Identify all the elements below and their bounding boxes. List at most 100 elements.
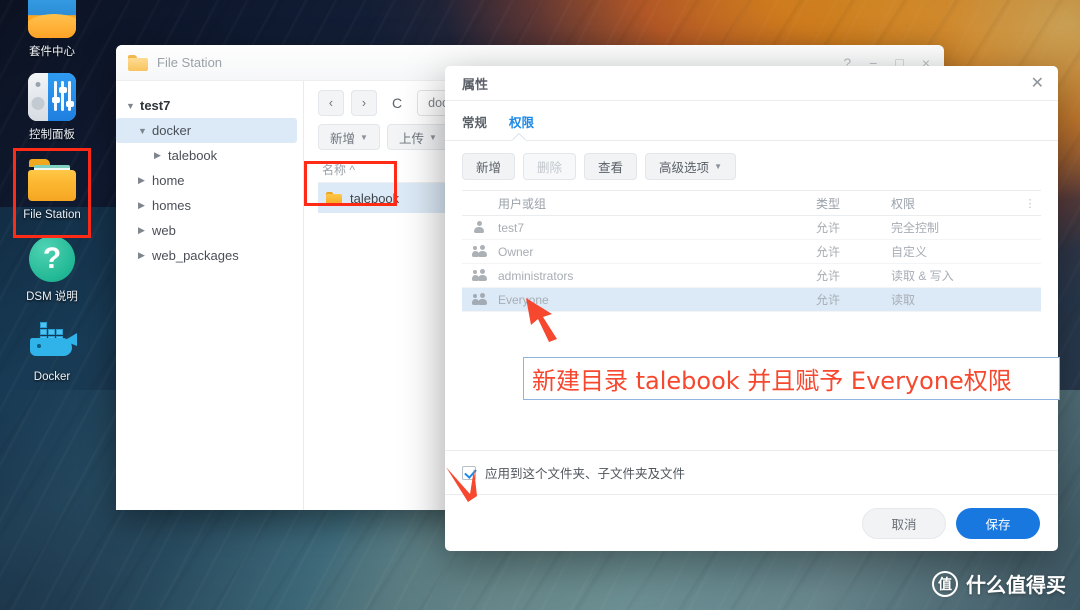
group-icon xyxy=(462,269,494,282)
close-icon[interactable]: ✕ xyxy=(1031,75,1044,91)
user-icon xyxy=(462,221,494,234)
package-center-icon xyxy=(28,0,76,38)
tree-item-label: homes xyxy=(152,198,192,213)
upload-button[interactable]: 上传 ▼ xyxy=(386,124,449,150)
table-row[interactable]: Owner 允许 自定义 xyxy=(462,240,1041,264)
help-question-icon: ? xyxy=(28,235,76,283)
view-permission-button[interactable]: 查看 xyxy=(584,153,638,180)
desktop-icon-package-center[interactable]: 套件中心 xyxy=(0,0,104,59)
header-permission: 权限 xyxy=(891,196,916,211)
desktop-icon-list: 套件中心 控制面板 File Station ? DSM 说明 Docker xyxy=(0,0,104,397)
desktop-icon-docker[interactable]: Docker xyxy=(0,318,104,383)
save-button[interactable]: 保存 xyxy=(956,507,1040,539)
chevron-down-icon: ▼ xyxy=(360,132,368,142)
row-permission: 读取 & 写入 xyxy=(891,269,954,283)
tree-item-docker[interactable]: docker xyxy=(116,118,297,143)
table-row[interactable]: administrators 允许 读取 & 写入 xyxy=(462,264,1041,288)
properties-dialog: 属性 ✕ 常规 权限 新增 删除 查看 高级选项 ▼ 用户或组 类型 权限 ⋮ xyxy=(445,66,1058,551)
header-type: 类型 xyxy=(816,196,841,211)
chevron-right-icon[interactable] xyxy=(138,250,152,261)
active-tab-pointer xyxy=(512,134,526,141)
apply-to-subfolders-row[interactable]: 应用到这个文件夹、子文件夹及文件 xyxy=(445,450,1058,494)
chevron-right-icon[interactable] xyxy=(138,225,152,236)
tree-item-talebook[interactable]: talebook xyxy=(116,143,303,168)
callout-annotation: 新建目录 talebook 并且赋予 Everyone权限 xyxy=(523,357,1060,400)
tree-item-web[interactable]: web xyxy=(116,218,303,243)
row-type: 允许 xyxy=(816,245,841,259)
chevron-down-icon: ▼ xyxy=(714,162,722,171)
file-name-label: talebook xyxy=(350,190,400,206)
create-button[interactable]: 新增 ▼ xyxy=(318,124,380,150)
advanced-options-button[interactable]: 高级选项 ▼ xyxy=(645,153,736,180)
docker-whale-icon xyxy=(28,318,77,366)
tree-item-label: talebook xyxy=(168,148,218,163)
header-user-or-group: 用户或组 xyxy=(498,196,547,211)
refresh-icon[interactable]: C xyxy=(384,90,410,116)
desktop-icon-label: Docker xyxy=(33,371,71,383)
file-station-icon xyxy=(28,156,76,204)
table-row[interactable]: test7 允许 完全控制 xyxy=(462,216,1041,240)
row-permission: 读取 xyxy=(891,293,916,307)
tree-item-label: test7 xyxy=(140,98,171,113)
advanced-options-label: 高级选项 xyxy=(659,161,710,175)
dialog-tabs: 常规 权限 xyxy=(445,101,1058,141)
table-row[interactable]: Everyone 允许 读取 xyxy=(462,288,1041,312)
tree-item-homes[interactable]: homes xyxy=(116,193,303,218)
folder-icon xyxy=(326,191,342,205)
chevron-right-icon[interactable] xyxy=(154,150,168,161)
chevron-right-icon[interactable] xyxy=(138,200,152,211)
chevron-down-icon: ▼ xyxy=(428,132,437,142)
group-icon xyxy=(462,245,494,258)
desktop-icon-label: DSM 说明 xyxy=(26,291,78,303)
column-options-icon[interactable]: ⋮ xyxy=(1019,197,1041,210)
file-station-title: File Station xyxy=(157,55,223,70)
row-user-name: Owner xyxy=(498,244,534,259)
forward-button[interactable]: › xyxy=(351,90,377,116)
column-header-label: 名称 xyxy=(322,163,347,177)
watermark-text: 什么值得买 xyxy=(966,575,1066,597)
tab-general[interactable]: 常规 xyxy=(462,112,487,140)
apply-to-subfolders-checkbox[interactable] xyxy=(462,465,476,480)
desktop-icon-file-station[interactable]: File Station xyxy=(0,156,104,221)
tree-item-label: home xyxy=(152,173,185,188)
apply-to-subfolders-label: 应用到这个文件夹、子文件夹及文件 xyxy=(485,467,686,481)
group-icon xyxy=(462,293,494,306)
row-user-name: test7 xyxy=(498,220,525,235)
tree-item-home[interactable]: home xyxy=(116,168,303,193)
row-permission: 完全控制 xyxy=(891,221,940,235)
file-station-tree: test7 docker talebook home homes xyxy=(116,81,304,510)
back-button[interactable]: ‹ xyxy=(318,90,344,116)
tree-item-test7[interactable]: test7 xyxy=(116,93,303,118)
row-permission: 自定义 xyxy=(891,245,928,259)
chevron-right-icon[interactable] xyxy=(138,175,152,186)
tree-item-label: web_packages xyxy=(152,248,239,263)
desktop: 套件中心 控制面板 File Station ? DSM 说明 Docker F… xyxy=(0,0,1080,610)
tree-item-web-packages[interactable]: web_packages xyxy=(116,243,303,268)
row-type: 允许 xyxy=(816,293,841,307)
file-station-title-folder-icon xyxy=(128,54,148,71)
dialog-titlebar: 属性 ✕ xyxy=(445,66,1058,101)
chevron-down-icon[interactable] xyxy=(138,126,152,136)
row-user-name: administrators xyxy=(498,268,574,283)
add-permission-button[interactable]: 新增 xyxy=(462,153,516,180)
desktop-icon-control-panel[interactable]: 控制面板 xyxy=(0,73,104,142)
desktop-icon-label: File Station xyxy=(23,209,81,221)
table-header-row: 用户或组 类型 权限 ⋮ xyxy=(462,191,1041,216)
cancel-button[interactable]: 取消 xyxy=(862,507,946,539)
control-panel-icon xyxy=(28,73,76,121)
upload-button-label: 上传 xyxy=(398,131,424,146)
row-type: 允许 xyxy=(816,221,841,235)
permission-table: 用户或组 类型 权限 ⋮ test7 允许 完全控制 Owner 允许 自定义 … xyxy=(462,190,1041,312)
watermark: 值 什么值得买 xyxy=(932,569,1066,598)
desktop-icon-label: 套件中心 xyxy=(29,46,75,58)
callout-text: 新建目录 talebook 并且赋予 Everyone权限 xyxy=(532,367,1012,395)
chevron-down-icon[interactable] xyxy=(126,101,140,111)
tree-item-label: web xyxy=(152,223,176,238)
row-type: 允许 xyxy=(816,269,841,283)
delete-permission-button: 删除 xyxy=(523,153,577,180)
dialog-footer: 取消 保存 xyxy=(445,494,1058,551)
desktop-icon-dsm-help[interactable]: ? DSM 说明 xyxy=(0,235,104,304)
watermark-logo-icon: 值 xyxy=(932,570,958,597)
desktop-icon-label: 控制面板 xyxy=(29,129,75,141)
create-button-label: 新增 xyxy=(330,131,356,146)
